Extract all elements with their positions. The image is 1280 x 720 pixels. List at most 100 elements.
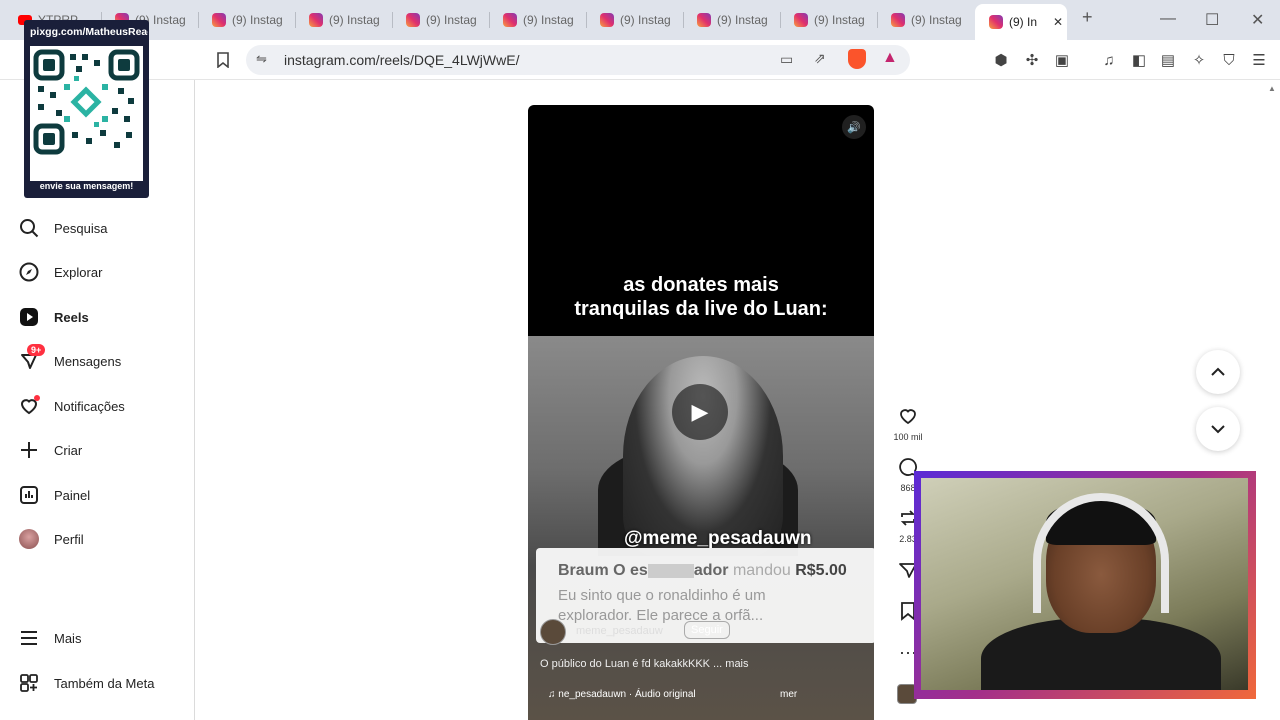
heart-icon: [18, 395, 40, 417]
reel-video[interactable]: 🔊 as donates mais tranquilas da live do …: [528, 105, 874, 720]
search-icon: [18, 217, 40, 239]
sidebar-item-label: Pesquisa: [54, 220, 108, 236]
sidebar-item-label: Perfil: [54, 531, 84, 547]
play-icon[interactable]: ▶: [672, 384, 728, 440]
heart-icon: [893, 406, 923, 430]
new-tab-icon[interactable]: +: [1082, 7, 1093, 28]
browser-toolbar: ⇋ instagram.com/reels/DQE_4LWjWwE/ ▭ ⇗ ▲…: [0, 40, 1280, 80]
browser-tab-bar: YTPRP (9) Instag (9) Instag (9) Instag (…: [0, 0, 1280, 40]
instagram-icon: [212, 13, 226, 27]
instagram-icon: [309, 13, 323, 27]
avatar: [18, 528, 40, 550]
wallet-icon[interactable]: ▤: [1157, 49, 1179, 71]
close-window-icon[interactable]: ✕: [1251, 10, 1264, 30]
audio-secondary: mer: [780, 689, 798, 700]
qr-caption: Fortaleça no donate e envie sua mensagem…: [39, 170, 134, 191]
menu-icon: [18, 627, 40, 649]
meta-icon: [18, 672, 40, 694]
reel-description[interactable]: O público do Luan é fd kakakkKKK ... mai…: [540, 658, 749, 670]
reel-caption: as donates mais tranquilas da live do Lu…: [574, 274, 828, 320]
previous-reel-button[interactable]: [1196, 350, 1240, 394]
sidebar-item-label: Explorar: [54, 264, 103, 280]
sidebar-item-label: Mensagens: [54, 353, 122, 369]
messenger-icon: 9+: [18, 344, 46, 372]
plus-icon: [18, 439, 40, 461]
unread-dot: [34, 395, 40, 401]
owner-avatar[interactable]: [540, 619, 566, 645]
instagram-icon: [891, 13, 905, 27]
reels-icon: [18, 306, 40, 328]
donation-message: Eu sinto que o ronaldinho é um explorado…: [558, 587, 766, 624]
sidebar-item-mensagens[interactable]: 9+ Mensagens: [18, 344, 122, 372]
menu-icon[interactable]: ☰: [1248, 49, 1270, 71]
reader-icon[interactable]: ▣: [1051, 49, 1073, 71]
follow-button[interactable]: Seguir: [684, 621, 730, 639]
extension-icon[interactable]: ⬢: [990, 49, 1012, 71]
sidebar-item-label: Painel: [54, 487, 91, 503]
browser-tab[interactable]: (9) Instag: [295, 6, 387, 34]
browser-tab[interactable]: (9) Instag: [683, 6, 775, 34]
censor-blur: [647, 563, 694, 578]
sidebar-item-perfil[interactable]: Perfil: [18, 528, 84, 550]
sidebar-item-pesquisa[interactable]: Pesquisa: [18, 217, 107, 239]
share-page-icon[interactable]: ⇗: [814, 50, 826, 67]
sidebar-item-reels[interactable]: Reels: [18, 306, 89, 328]
sidebar-item-tambem-da-meta[interactable]: Também da Meta: [18, 672, 154, 694]
browser-tab[interactable]: (9) Instag: [780, 6, 872, 34]
bookmark-icon[interactable]: [212, 49, 234, 71]
close-tab-icon[interactable]: ✕: [1053, 15, 1063, 29]
sidebar-item-label: Reels: [54, 309, 89, 325]
instagram-icon: [794, 13, 808, 27]
sidebar-item-criar[interactable]: Criar: [18, 439, 82, 461]
browser-tab-active[interactable]: (9) In ✕: [975, 4, 1067, 40]
browser-tab[interactable]: (9) Instag: [198, 6, 290, 34]
like-button[interactable]: 100 mil: [893, 406, 923, 442]
browser-tab[interactable]: (9) Instag: [877, 6, 969, 34]
volume-icon[interactable]: 🔊: [842, 115, 866, 139]
browser-tab[interactable]: (9) Instag: [392, 6, 484, 34]
donation-header: Braum O es ador mandou R$5.00: [558, 562, 847, 579]
brave-rewards-icon[interactable]: ▲: [882, 49, 898, 67]
site-settings-icon[interactable]: ⇋: [256, 51, 267, 67]
puzzle-icon[interactable]: ✣: [1021, 49, 1043, 71]
url-text[interactable]: instagram.com/reels/DQE_4LWjWwE/: [284, 52, 519, 68]
scrollbar-up-arrow[interactable]: ▲: [1268, 84, 1276, 93]
minimize-icon[interactable]: —: [1160, 10, 1176, 28]
next-reel-button[interactable]: [1196, 407, 1240, 451]
sidebar-item-explorar[interactable]: Explorar: [18, 261, 102, 283]
sidebar-item-notificacoes[interactable]: Notificações: [18, 395, 125, 417]
sidebar-item-label: Também da Meta: [54, 675, 155, 691]
like-count: 100 mil: [893, 432, 923, 442]
chevron-down-icon: [1211, 425, 1225, 434]
vpn-icon[interactable]: ⛉: [1218, 49, 1240, 71]
sidebar-toggle-icon[interactable]: ◧: [1128, 49, 1150, 71]
sidebar-item-label: Notificações: [54, 398, 125, 414]
instagram-icon: [503, 13, 517, 27]
sidebar-item-label: Criar: [54, 442, 83, 458]
instagram-icon: [406, 13, 420, 27]
instagram-icon: [697, 13, 711, 27]
webcam-feed: [921, 478, 1248, 690]
dashboard-icon: [18, 484, 40, 506]
compass-icon: [18, 261, 40, 283]
leo-ai-icon[interactable]: ✧: [1188, 49, 1210, 71]
sidebar-item-mais[interactable]: Mais: [18, 627, 81, 649]
instagram-icon: [989, 15, 1003, 29]
notification-badge: 9+: [27, 344, 46, 356]
brave-shield-icon[interactable]: [848, 49, 866, 69]
qr-code-image: [30, 46, 143, 181]
audio-link[interactable]: ♫ ne_pesadauwn · Áudio original: [548, 689, 696, 700]
music-icon[interactable]: ♫: [1098, 49, 1120, 71]
watermark-handle: @meme_pesadauwn: [624, 528, 812, 549]
address-bar[interactable]: ⇋ instagram.com/reels/DQE_4LWjWwE/ ▭ ⇗ ▲: [246, 45, 910, 75]
maximize-icon[interactable]: ☐: [1205, 10, 1219, 30]
owner-username[interactable]: meme_pesadauw: [576, 625, 663, 637]
instagram-icon: [600, 13, 614, 27]
donation-qr-overlay: pixgg.com/MatheusReac Fortaleça no donat…: [24, 20, 149, 198]
browser-tab[interactable]: (9) Instag: [489, 6, 581, 34]
qr-title: pixgg.com/MatheusReac: [30, 26, 148, 38]
chevron-up-icon: [1211, 367, 1225, 376]
sidebar-item-painel[interactable]: Painel: [18, 484, 90, 506]
cast-icon[interactable]: ▭: [780, 51, 793, 68]
browser-tab[interactable]: (9) Instag: [586, 6, 678, 34]
